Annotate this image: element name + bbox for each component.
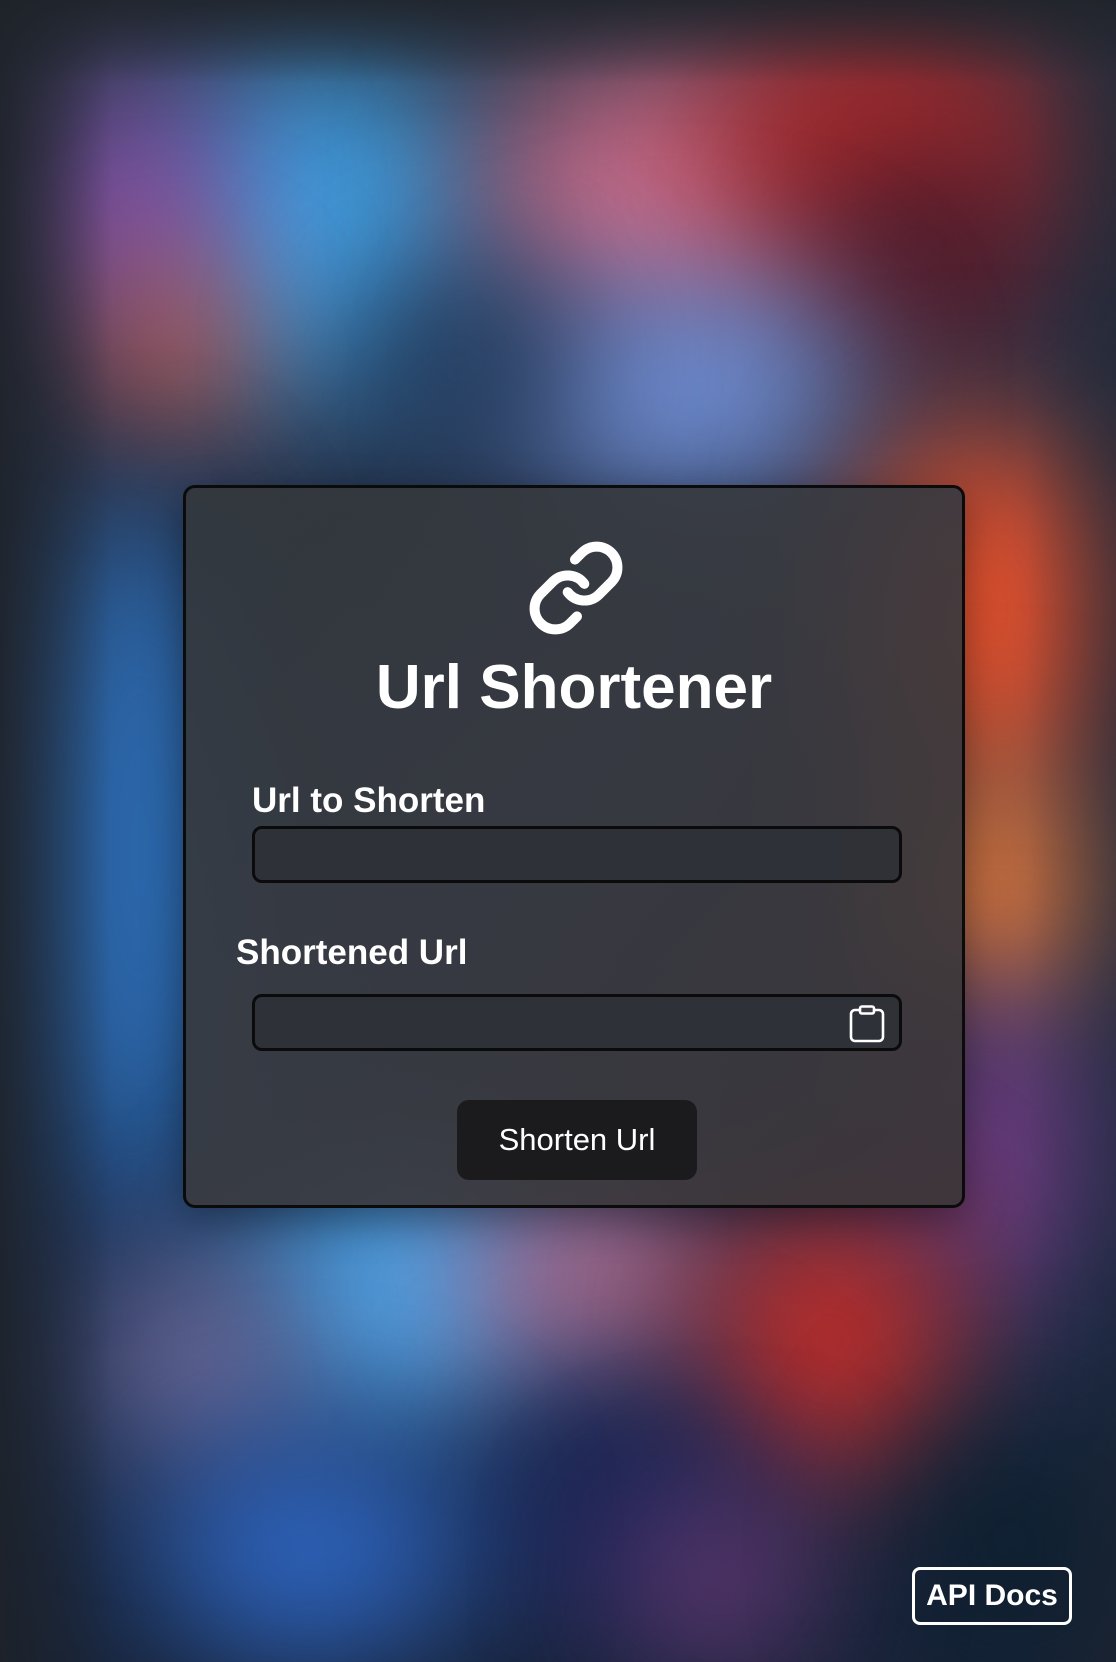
clipboard-icon[interactable] bbox=[849, 1005, 885, 1043]
link-icon bbox=[529, 541, 623, 635]
shortened-url-field[interactable] bbox=[252, 994, 902, 1051]
shortened-url-label: Shortened Url bbox=[236, 933, 468, 972]
url-to-shorten-label: Url to Shorten bbox=[252, 781, 486, 820]
page-title: Url Shortener bbox=[375, 653, 773, 722]
url-to-shorten-input[interactable] bbox=[252, 826, 902, 883]
api-docs-link[interactable]: API Docs bbox=[912, 1567, 1072, 1625]
url-shortener-card: Url Shortener Url to Shorten Shortened U… bbox=[183, 485, 965, 1208]
shorten-url-button[interactable]: Shorten Url bbox=[457, 1100, 697, 1180]
